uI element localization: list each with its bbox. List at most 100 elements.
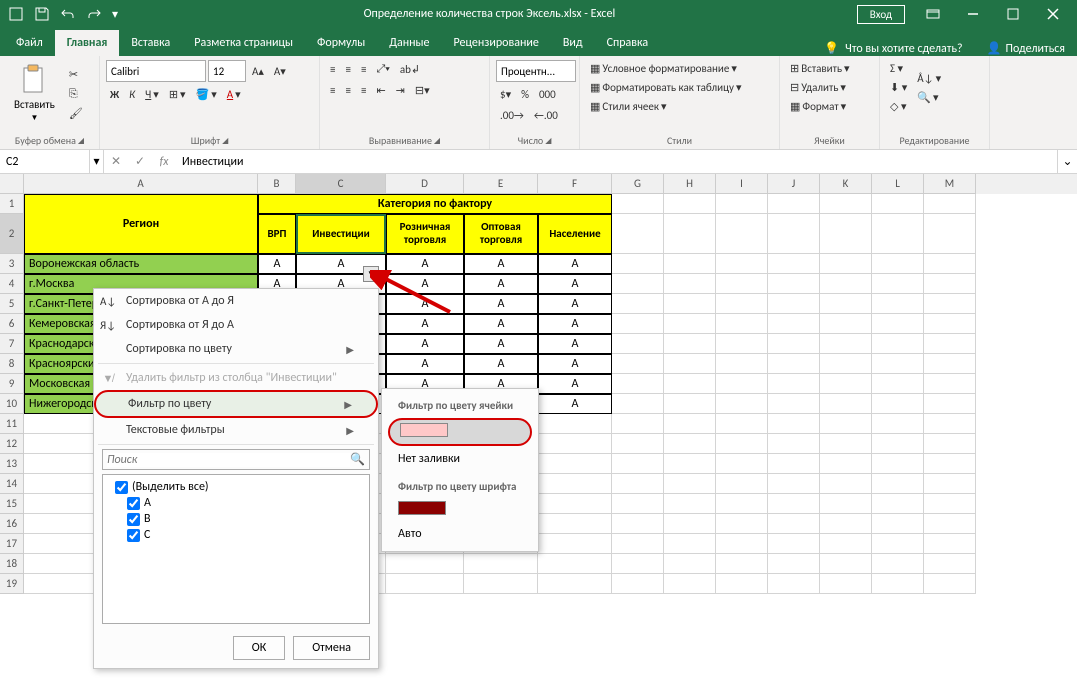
col-header-M[interactable]: M (924, 174, 976, 194)
cell[interactable]: A (538, 294, 612, 314)
cell[interactable] (924, 314, 976, 334)
cell[interactable] (612, 274, 664, 294)
cell[interactable] (664, 414, 716, 434)
row-header-2[interactable]: 2 (0, 214, 24, 254)
no-fill-item[interactable]: Нет заливки (382, 448, 538, 470)
cell[interactable] (612, 254, 664, 274)
cell[interactable] (924, 394, 976, 414)
col-header-B[interactable]: B (258, 174, 296, 194)
col-header-G[interactable]: G (612, 174, 664, 194)
cell[interactable] (716, 514, 768, 534)
tab-view[interactable]: Вид (551, 30, 595, 56)
cell[interactable] (664, 574, 716, 594)
row-header-13[interactable]: 13 (0, 454, 24, 474)
cell[interactable]: A (538, 374, 612, 394)
align-center-button[interactable]: ≡ (341, 82, 354, 99)
cut-button[interactable]: ✂ (65, 66, 87, 83)
select-all-corner[interactable] (0, 174, 24, 194)
sort-color-item[interactable]: Сортировка по цвету▶ (94, 337, 378, 361)
cell[interactable] (716, 314, 768, 334)
font-size-input[interactable] (208, 60, 246, 82)
align-middle-button[interactable]: ≡ (341, 61, 354, 78)
delete-cells-button[interactable]: ⊟ Удалить ▾ (786, 79, 873, 96)
row-header-19[interactable]: 19 (0, 574, 24, 594)
cell[interactable] (538, 554, 612, 574)
col-header-F[interactable]: F (538, 174, 612, 194)
cell[interactable] (612, 534, 664, 554)
cell[interactable]: A (538, 334, 612, 354)
cell[interactable] (716, 414, 768, 434)
paste-button[interactable]: Вставить ▼ (6, 60, 63, 127)
autosave-icon[interactable] (4, 2, 28, 26)
sort-az-item[interactable]: А↓Сортировка от А до Я (94, 289, 378, 313)
cell[interactable] (872, 194, 924, 214)
cell[interactable]: A (386, 254, 464, 274)
tab-review[interactable]: Рецензирование (442, 30, 551, 56)
cell[interactable] (664, 294, 716, 314)
filter-search-input[interactable] (107, 453, 350, 467)
cell[interactable]: A (464, 294, 538, 314)
percent-button[interactable]: % (517, 86, 533, 103)
number-launcher-icon[interactable]: ◢ (545, 136, 551, 146)
cell[interactable] (664, 354, 716, 374)
close-icon[interactable] (1033, 0, 1073, 28)
cell[interactable]: A (386, 334, 464, 354)
cell[interactable]: A (464, 334, 538, 354)
bold-button[interactable]: Ж (106, 86, 123, 103)
cell[interactable] (820, 274, 872, 294)
cell[interactable] (768, 214, 820, 254)
cell[interactable] (820, 454, 872, 474)
align-launcher-icon[interactable]: ◢ (434, 136, 440, 146)
row-header-5[interactable]: 5 (0, 294, 24, 314)
sort-za-item[interactable]: Я↓Сортировка от Я до А (94, 313, 378, 337)
cell[interactable] (612, 214, 664, 254)
formula-input[interactable]: Инвестиции (176, 150, 1057, 173)
cell[interactable]: A (464, 314, 538, 334)
cell[interactable] (664, 514, 716, 534)
tab-layout[interactable]: Разметка страницы (182, 30, 305, 56)
cell[interactable] (664, 434, 716, 454)
font-name-input[interactable] (106, 60, 206, 82)
filter-item-a[interactable]: A (107, 495, 365, 511)
cell[interactable] (538, 434, 612, 454)
row-header-18[interactable]: 18 (0, 554, 24, 574)
cell[interactable] (820, 574, 872, 594)
font-launcher-icon[interactable]: ◢ (222, 136, 228, 146)
row-header-16[interactable]: 16 (0, 514, 24, 534)
cancel-formula-icon[interactable]: ✕ (104, 150, 128, 173)
cell[interactable] (924, 474, 976, 494)
cell[interactable] (664, 274, 716, 294)
cell[interactable] (924, 274, 976, 294)
cell[interactable] (820, 494, 872, 514)
cell[interactable] (924, 494, 976, 514)
cell[interactable] (872, 254, 924, 274)
row-header-9[interactable]: 9 (0, 374, 24, 394)
cell[interactable]: A (464, 354, 538, 374)
cell[interactable]: A (538, 354, 612, 374)
cell[interactable] (768, 554, 820, 574)
cell[interactable] (872, 354, 924, 374)
row-header-10[interactable]: 10 (0, 394, 24, 414)
cell[interactable] (612, 314, 664, 334)
cell[interactable] (768, 254, 820, 274)
cell[interactable] (768, 474, 820, 494)
cell[interactable] (716, 294, 768, 314)
filter-search-box[interactable]: 🔍 (102, 449, 370, 470)
cell[interactable] (872, 294, 924, 314)
name-box[interactable]: C2 (0, 150, 90, 173)
cell[interactable]: ВРП (258, 214, 296, 254)
cell[interactable] (716, 194, 768, 214)
cell[interactable] (538, 514, 612, 534)
cell[interactable] (768, 274, 820, 294)
cell[interactable] (872, 334, 924, 354)
merge-button[interactable]: ⊟▾ (411, 82, 434, 99)
cell[interactable] (872, 434, 924, 454)
cell[interactable] (872, 554, 924, 574)
cancel-button[interactable]: Отмена (293, 636, 370, 660)
col-header-I[interactable]: I (716, 174, 768, 194)
format-painter-button[interactable]: 🖌 (65, 105, 87, 122)
align-top-button[interactable]: ≡ (326, 61, 339, 78)
cell[interactable] (612, 194, 664, 214)
accounting-button[interactable]: $▾ (496, 86, 515, 103)
align-bottom-button[interactable]: ≡ (357, 61, 370, 78)
